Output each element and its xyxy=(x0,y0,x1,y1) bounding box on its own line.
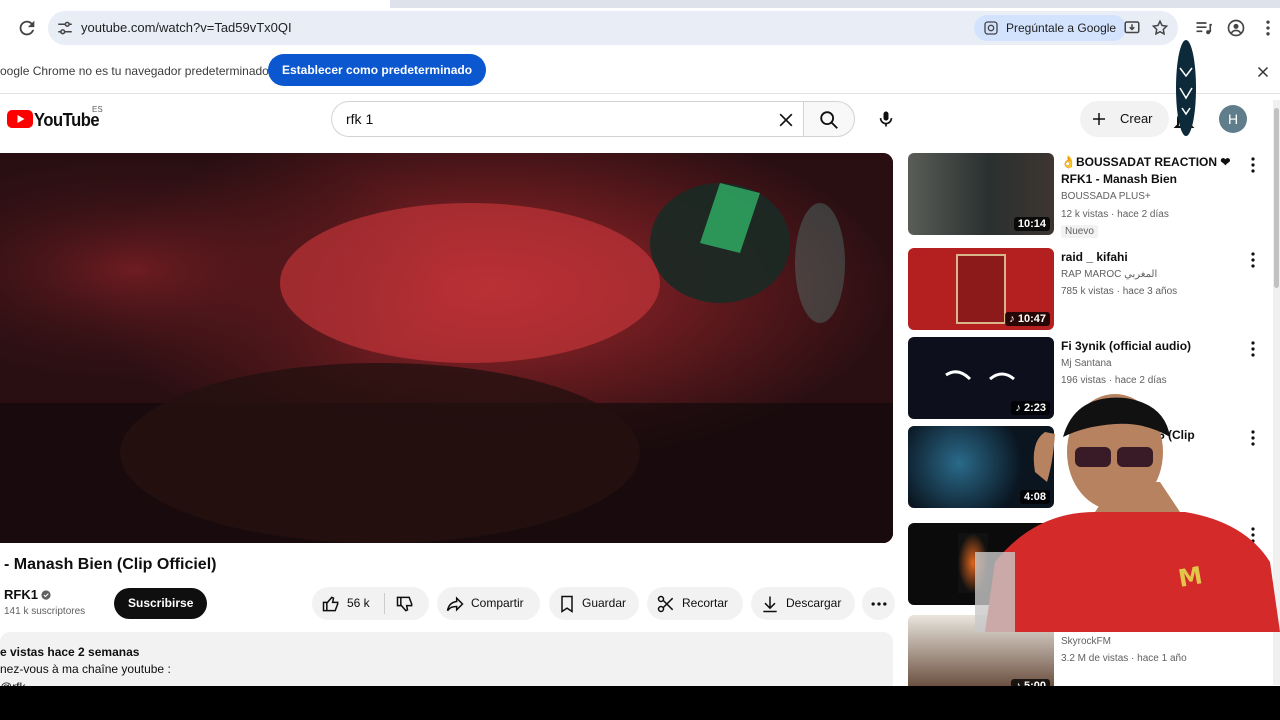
youtube-header: YouTube ES rfk 1 Crear H xyxy=(0,95,1280,143)
thumbs-up-icon xyxy=(322,596,339,612)
youtube-logo-text[interactable]: YouTube xyxy=(34,110,100,131)
save-label: Guardar xyxy=(582,596,627,610)
video-frame xyxy=(0,153,893,543)
share-label: Compartir xyxy=(471,596,524,610)
like-dislike-group: 56 k xyxy=(312,587,429,620)
clip-button[interactable]: Recortar xyxy=(647,587,743,620)
thumbnail-art xyxy=(956,254,1006,324)
set-default-button[interactable]: Establecer como predeterminado xyxy=(268,54,487,86)
recommendation-meta: 785 k vistas · hace 3 años xyxy=(1061,286,1178,297)
subscriber-count: 141 k suscriptores xyxy=(4,606,86,617)
recommendation-meta: 3.2 M de vistas · hace 1 año xyxy=(1061,653,1187,664)
streamer-logo-icon xyxy=(1176,40,1196,136)
duration-badge: 10:14 xyxy=(1013,217,1050,231)
default-browser-infobar: oogle Chrome no es tu navegador predeter… xyxy=(0,48,1280,94)
chrome-menu-icon[interactable] xyxy=(1258,18,1278,38)
region-code: ES xyxy=(92,105,103,114)
thumbs-down-icon xyxy=(396,596,413,612)
share-button[interactable]: Compartir xyxy=(437,587,540,620)
streamer-webcam-overlay: M xyxy=(975,392,1280,632)
video-player[interactable] xyxy=(0,153,893,543)
download-button[interactable]: Descargar xyxy=(751,587,855,620)
recommendation-title[interactable]: 👌BOUSSADAT REACTION ❤ RFK1 - Manash Bien xyxy=(1061,154,1236,188)
dislike-button[interactable] xyxy=(385,587,429,620)
clear-search-icon[interactable] xyxy=(776,110,796,130)
svg-text:M: M xyxy=(1176,561,1204,593)
more-actions-button[interactable] xyxy=(862,587,895,620)
tab-strip xyxy=(0,0,1280,8)
download-icon xyxy=(763,596,777,613)
download-label: Descargar xyxy=(786,596,842,610)
recommendation-title[interactable]: raid _ kifahi xyxy=(1061,249,1236,266)
ask-google-label: Pregúntale a Google xyxy=(1006,21,1117,35)
avatar[interactable]: H xyxy=(1219,105,1247,133)
youtube-logo-icon[interactable] xyxy=(7,109,33,129)
search-input[interactable]: rfk 1 xyxy=(331,101,803,137)
video-thumbnail[interactable]: ♪ 10:47 xyxy=(908,248,1054,330)
bookmark-star-icon[interactable] xyxy=(1151,19,1169,37)
like-button[interactable]: 56 k xyxy=(312,587,384,620)
infobar-message: oogle Chrome no es tu navegador predeter… xyxy=(0,64,269,78)
search-query: rfk 1 xyxy=(346,111,374,127)
address-bar[interactable]: youtube.com/watch?v=Tad59vTx0QI Pregúnta… xyxy=(48,11,1178,45)
browser-toolbar: youtube.com/watch?v=Tad59vTx0QI Pregúnta… xyxy=(0,8,1280,48)
screen-bottom-bar xyxy=(0,686,1280,720)
like-count: 56 k xyxy=(347,596,370,610)
duration-badge: ♪ 10:47 xyxy=(1005,312,1050,326)
recommendation-channel[interactable]: BOUSSADA PLUS+ xyxy=(1061,191,1151,202)
recommendation-meta: 196 vistas · hace 2 días xyxy=(1061,375,1167,386)
install-app-icon[interactable] xyxy=(1123,19,1141,37)
more-vertical-icon[interactable] xyxy=(1246,251,1260,269)
more-vertical-icon[interactable] xyxy=(1246,340,1260,358)
recommendation-channel[interactable]: SkyrockFM xyxy=(1061,636,1111,647)
lens-icon xyxy=(984,21,998,35)
recommendation-title[interactable]: Fi 3ynik (official audio) xyxy=(1061,338,1236,355)
clip-label: Recortar xyxy=(682,596,729,610)
video-title: - Manash Bien (Clip Officiel) xyxy=(4,556,217,573)
channel-name[interactable]: RFK1 xyxy=(4,587,38,602)
active-tab[interactable] xyxy=(0,0,390,8)
url-text: youtube.com/watch?v=Tad59vTx0QI xyxy=(81,20,292,35)
profile-icon[interactable] xyxy=(1226,18,1246,38)
search-icon xyxy=(820,111,838,129)
create-button[interactable]: Crear xyxy=(1080,101,1169,137)
microphone-icon xyxy=(879,111,893,127)
scissors-icon xyxy=(657,595,674,613)
plus-icon xyxy=(1093,113,1105,125)
verified-icon xyxy=(41,590,51,600)
more-vertical-icon[interactable] xyxy=(1246,156,1260,174)
browser-window: youtube.com/watch?v=Tad59vTx0QI Pregúnta… xyxy=(0,0,1280,720)
new-badge: Nuevo xyxy=(1061,225,1098,238)
recommendation-item[interactable]: ♪ 10:47 raid _ kifahi RAP MAROC المغربي … xyxy=(908,248,1280,330)
subscribe-button[interactable]: Suscribirse xyxy=(114,588,208,619)
close-icon[interactable] xyxy=(1254,63,1272,81)
recommendation-item[interactable]: 10:14 👌BOUSSADAT REACTION ❤ RFK1 - Manas… xyxy=(908,153,1280,239)
streamer-figure: M xyxy=(975,394,1280,632)
scrollbar-thumb[interactable] xyxy=(1274,108,1279,288)
media-queue-icon[interactable] xyxy=(1194,18,1214,38)
create-label: Crear xyxy=(1120,111,1153,126)
bookmark-icon xyxy=(561,595,573,613)
description-box[interactable]: e vistas hace 2 semanas nez-vous à ma ch… xyxy=(0,632,893,692)
voice-search-button[interactable] xyxy=(866,101,906,137)
reload-icon[interactable] xyxy=(16,17,38,39)
save-button[interactable]: Guardar xyxy=(549,587,639,620)
site-settings-icon[interactable] xyxy=(56,19,74,37)
search-button[interactable] xyxy=(803,101,855,137)
video-thumbnail[interactable]: 10:14 xyxy=(908,153,1054,235)
recommendation-channel[interactable]: Mj Santana xyxy=(1061,358,1112,369)
view-date-meta: e vistas hace 2 semanas xyxy=(0,645,140,659)
recommendation-meta: 12 k vistas · hace 2 días xyxy=(1061,209,1169,220)
description-text: nez-vous à ma chaîne youtube : xyxy=(0,662,171,676)
ask-google-button[interactable]: Pregúntale a Google xyxy=(974,15,1127,41)
share-icon xyxy=(446,596,464,612)
more-horizontal-icon xyxy=(871,602,887,606)
recommendation-channel[interactable]: RAP MAROC المغربي xyxy=(1061,269,1157,280)
